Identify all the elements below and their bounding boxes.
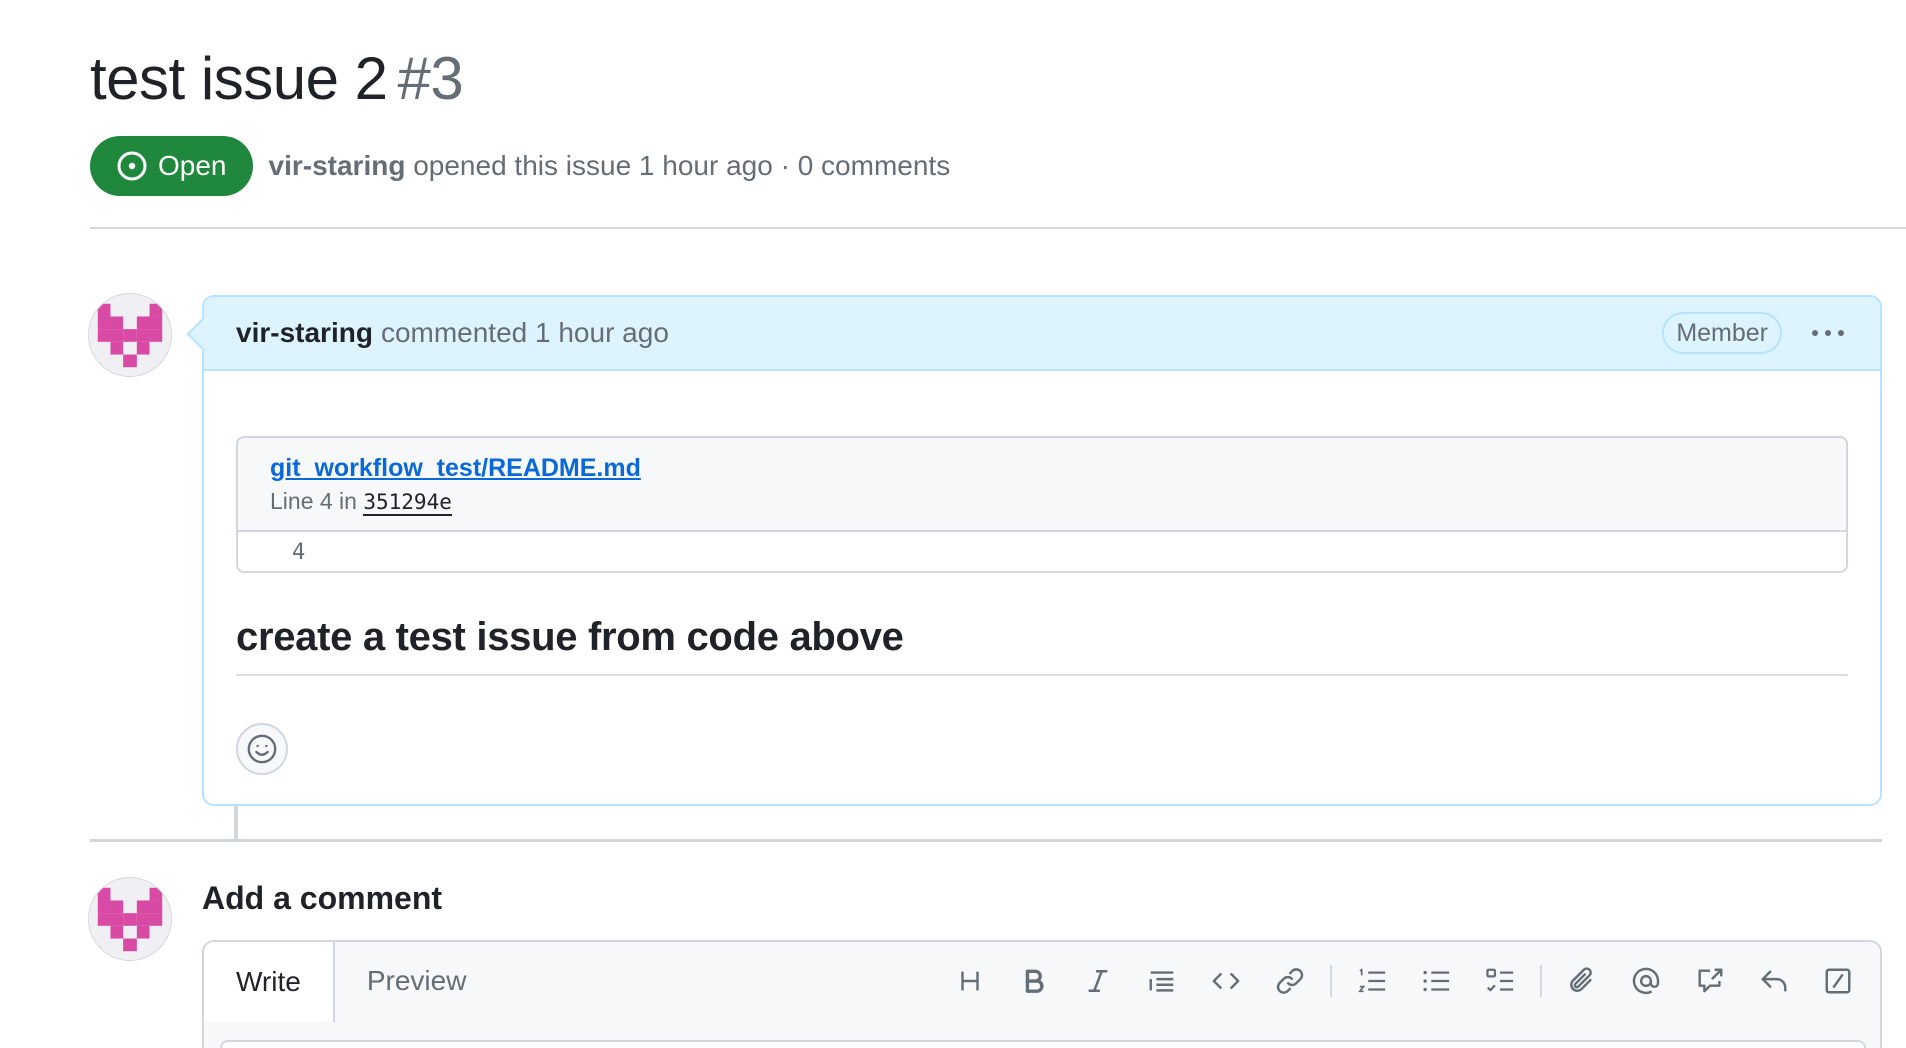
slash-command-icon bbox=[1825, 968, 1851, 994]
avatar[interactable] bbox=[88, 293, 172, 377]
comment-options-button[interactable] bbox=[1806, 324, 1850, 342]
code-permalink-snippet: git_workflow_test/README.md Line 4 in 35… bbox=[236, 436, 1848, 573]
unordered-list-icon bbox=[1423, 970, 1450, 992]
tab-write[interactable]: Write bbox=[204, 942, 335, 1022]
link-button[interactable] bbox=[1258, 956, 1322, 1006]
cross-reference-button[interactable] bbox=[1678, 956, 1742, 1006]
link-icon bbox=[1276, 968, 1304, 994]
comment-body-heading: create a test issue from code above bbox=[236, 615, 1848, 676]
avatar[interactable] bbox=[88, 877, 172, 961]
attach-button[interactable] bbox=[1550, 956, 1614, 1006]
ordered-list-icon bbox=[1358, 968, 1386, 993]
add-comment-title: Add a comment bbox=[202, 880, 443, 916]
code-icon bbox=[1212, 972, 1240, 990]
attach-icon bbox=[1570, 967, 1592, 992]
comment-box: vir-staring commented 1 hour ago Member … bbox=[186, 295, 1882, 806]
add-reaction-button[interactable] bbox=[236, 723, 288, 775]
slash-command-button[interactable] bbox=[1806, 956, 1870, 1006]
state-badge: Open bbox=[90, 136, 253, 196]
issue-title: test issue 2 #3 bbox=[90, 44, 464, 113]
italic-button[interactable] bbox=[1066, 956, 1130, 1006]
snippet-code-line: 4 bbox=[238, 532, 1846, 571]
bold-button[interactable] bbox=[1002, 956, 1066, 1006]
unordered-list-button[interactable] bbox=[1404, 956, 1468, 1006]
identicon-image bbox=[89, 878, 171, 960]
quote-button[interactable] bbox=[1130, 956, 1194, 1006]
toolbar-separator bbox=[1330, 965, 1332, 997]
task-list-icon bbox=[1486, 968, 1514, 992]
comment-editor: Write Preview bbox=[202, 940, 1882, 1048]
identicon-image bbox=[89, 294, 171, 376]
tab-preview[interactable]: Preview bbox=[335, 942, 499, 1020]
heading-button[interactable] bbox=[938, 956, 1002, 1006]
snippet-subtitle: Line 4 in 351294e bbox=[270, 488, 1814, 516]
cross-reference-icon bbox=[1698, 968, 1723, 993]
saved-reply-button[interactable] bbox=[1742, 956, 1806, 1006]
snippet-header: git_workflow_test/README.md Line 4 in 35… bbox=[238, 438, 1846, 532]
snippet-line-prefix: Line 4 in bbox=[270, 488, 357, 514]
toolbar-separator bbox=[1540, 965, 1542, 997]
issue-title-text: test issue 2 bbox=[90, 45, 388, 112]
issue-author-link[interactable]: vir-staring bbox=[269, 150, 406, 181]
kebab-dot bbox=[1812, 330, 1818, 336]
kebab-dot bbox=[1838, 330, 1844, 336]
issue-opened-text: opened this issue 1 hour ago · 0 comment… bbox=[413, 150, 951, 181]
state-label: Open bbox=[158, 150, 227, 181]
timeline-divider bbox=[90, 839, 1882, 842]
code-button[interactable] bbox=[1194, 956, 1258, 1006]
snippet-file-link[interactable]: git_workflow_test/README.md bbox=[270, 454, 641, 483]
issue-meta-text: vir-staring opened this issue 1 hour ago… bbox=[269, 150, 951, 182]
comment-timestamp[interactable]: commented 1 hour ago bbox=[381, 317, 669, 349]
quote-icon bbox=[1149, 971, 1174, 992]
timeline-line bbox=[234, 805, 238, 840]
kebab-dot bbox=[1825, 330, 1831, 336]
comment-author-link[interactable]: vir-staring bbox=[236, 317, 373, 349]
saved-reply-icon bbox=[1761, 970, 1787, 992]
task-list-button[interactable] bbox=[1468, 956, 1532, 1006]
italic-icon bbox=[1088, 970, 1108, 992]
issue-page: test issue 2 #3 Open vir-staring opened t… bbox=[0, 0, 1906, 1048]
issue-meta: Open vir-staring opened this issue 1 hou… bbox=[90, 136, 950, 196]
issue-number: #3 bbox=[397, 45, 464, 112]
smiley-icon bbox=[247, 734, 277, 764]
bold-icon bbox=[1025, 969, 1044, 993]
comment-header: vir-staring commented 1 hour ago Member bbox=[204, 297, 1880, 371]
commit-sha-link[interactable]: 351294e bbox=[363, 490, 452, 516]
comment-textarea[interactable] bbox=[220, 1040, 1866, 1048]
member-badge: Member bbox=[1662, 312, 1782, 354]
editor-tabs: Write Preview bbox=[204, 942, 499, 1022]
line-number[interactable]: 4 bbox=[292, 540, 305, 565]
heading-icon bbox=[961, 971, 979, 991]
ordered-list-button[interactable] bbox=[1340, 956, 1404, 1006]
markdown-toolbar bbox=[938, 956, 1870, 1006]
header-divider bbox=[90, 227, 1906, 229]
mention-button[interactable] bbox=[1614, 956, 1678, 1006]
mention-icon bbox=[1632, 967, 1660, 995]
issue-open-icon bbox=[117, 151, 147, 181]
